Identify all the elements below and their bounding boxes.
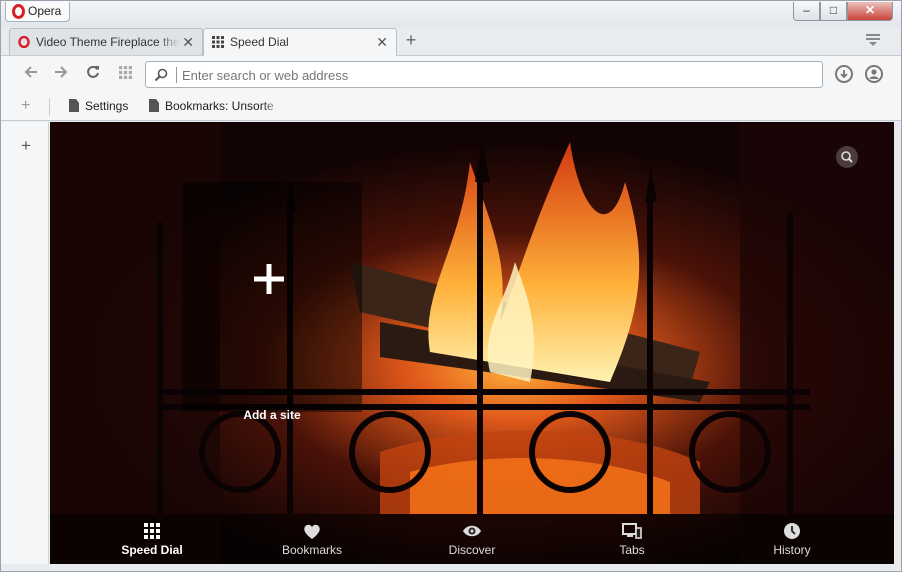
tab-strip: Video Theme Fireplace the ✕ Speed Dial ✕… <box>1 27 901 56</box>
address-bar[interactable] <box>145 61 823 88</box>
close-window-button[interactable]: ✕ <box>847 2 893 21</box>
nav-discover[interactable]: Discover <box>417 522 527 557</box>
address-input[interactable] <box>182 66 802 84</box>
navigation-toolbar <box>1 55 901 93</box>
fireplace-background-image <box>50 122 894 564</box>
download-icon[interactable] <box>835 65 853 83</box>
maximize-button[interactable]: □ <box>820 2 847 21</box>
bottom-navigation: Speed Dial Bookmarks Discover Tabs Histo… <box>50 514 894 564</box>
forward-arrow-icon[interactable] <box>51 65 71 85</box>
bookmark-settings[interactable]: Settings <box>67 99 137 115</box>
tab-speed-dial[interactable]: Speed Dial ✕ <box>203 28 397 56</box>
speed-dial-grid-icon[interactable] <box>115 65 135 85</box>
heart-icon <box>304 524 320 539</box>
tab-label: Speed Dial <box>230 35 289 49</box>
account-icon[interactable] <box>865 65 883 83</box>
add-panel-icon[interactable]: + <box>21 136 31 156</box>
document-icon <box>69 99 79 112</box>
clock-icon <box>784 523 800 539</box>
opera-logo-icon <box>12 4 25 19</box>
add-site-label: Add a site <box>243 408 301 422</box>
speed-dial-page: Add a site Speed Dial Bookmarks Discover… <box>50 122 894 564</box>
tab-menu-icon[interactable] <box>865 33 881 47</box>
document-icon <box>149 99 159 112</box>
opera-favicon-icon <box>18 36 30 48</box>
close-tab-icon[interactable]: ✕ <box>376 29 388 55</box>
reload-icon[interactable] <box>83 65 103 85</box>
close-tab-icon[interactable]: ✕ <box>182 29 194 55</box>
plus-icon <box>254 264 284 294</box>
opera-menu-button[interactable]: Opera <box>5 2 71 22</box>
bookmarks-bar: + Settings Bookmarks: Unsorte <box>1 93 901 121</box>
nav-label: Speed Dial <box>121 543 183 557</box>
tab-video-theme[interactable]: Video Theme Fireplace the ✕ <box>9 28 203 55</box>
page-search-icon[interactable] <box>836 146 858 168</box>
nav-bookmarks[interactable]: Bookmarks <box>257 522 367 557</box>
nav-label: Discover <box>448 543 496 557</box>
minimize-button[interactable]: – <box>793 2 820 21</box>
nav-label: Tabs <box>619 543 645 557</box>
nav-label: Bookmarks <box>281 543 343 557</box>
back-arrow-icon[interactable] <box>21 65 41 85</box>
nav-label: History <box>773 543 811 557</box>
opera-menu-label: Opera <box>28 4 62 18</box>
grid-icon <box>144 523 160 539</box>
nav-speed-dial[interactable]: Speed Dial <box>97 522 207 557</box>
search-icon <box>154 68 168 82</box>
bookmark-unsorted[interactable]: Bookmarks: Unsorte <box>147 99 281 115</box>
add-bookmark-icon[interactable]: + <box>21 97 30 115</box>
browser-window: Opera – □ ✕ Video Theme Fireplace the ✕ … <box>0 0 902 572</box>
devices-icon <box>622 523 642 539</box>
bookmark-label: Settings <box>85 99 129 113</box>
eye-icon <box>463 525 481 537</box>
add-site-tile[interactable]: Add a site <box>182 182 362 422</box>
speed-dial-grid-icon <box>212 36 224 48</box>
nav-history[interactable]: History <box>737 522 847 557</box>
title-bar: Opera – □ ✕ <box>1 1 901 27</box>
nav-tabs[interactable]: Tabs <box>577 522 687 557</box>
sidebar: + <box>1 122 49 564</box>
new-tab-button[interactable]: + <box>401 31 421 51</box>
bookmark-label: Bookmarks: Unsorte <box>165 99 274 113</box>
